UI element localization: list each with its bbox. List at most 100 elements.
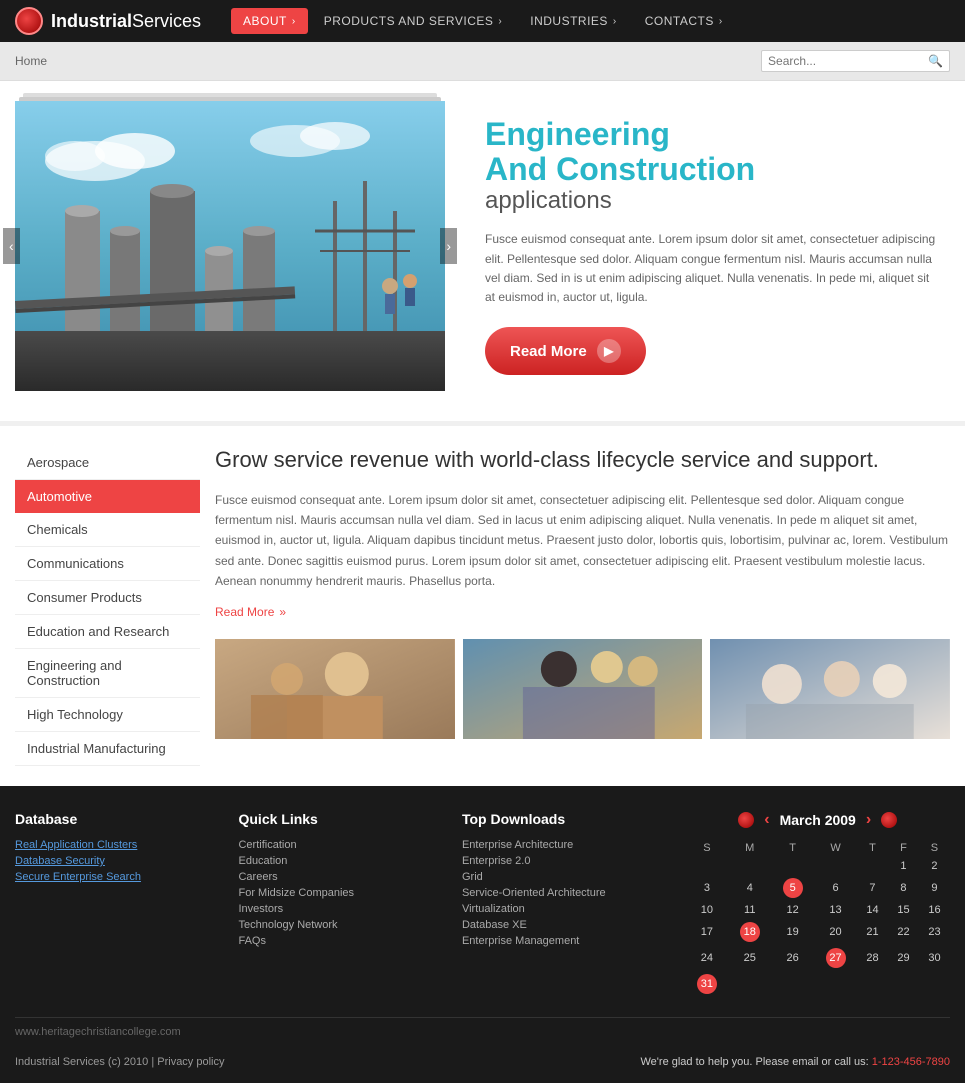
calendar-day[interactable]: 14: [857, 901, 888, 919]
footer-dl-5[interactable]: Database XE: [462, 919, 665, 931]
calendar-day[interactable]: 28: [857, 945, 888, 971]
calendar-day[interactable]: 16: [919, 901, 950, 919]
footer-ql-6[interactable]: FAQs: [238, 935, 441, 947]
footer-dl-6[interactable]: Enterprise Management: [462, 935, 665, 947]
calendar-day[interactable]: 10: [685, 901, 728, 919]
footer-link-security[interactable]: Database Security: [15, 855, 218, 867]
calendar-day[interactable]: 24: [685, 945, 728, 971]
calendar-month: March 2009: [780, 812, 856, 828]
footer: Database Real Application Clusters Datab…: [0, 786, 965, 1083]
cal-day-t: T: [771, 839, 814, 857]
hero-prev-button[interactable]: ‹: [3, 228, 20, 264]
calendar-next-btn[interactable]: ›: [866, 811, 871, 829]
nav-products[interactable]: PRODUCTS AND SERVICES ›: [312, 8, 515, 34]
calendar-day[interactable]: 26: [771, 945, 814, 971]
hero-image: [15, 101, 445, 391]
calendar-day: [728, 971, 771, 997]
footer-dl-2[interactable]: Grid: [462, 871, 665, 883]
sidebar-item-communications[interactable]: Communications: [15, 547, 200, 581]
footer-ql-3[interactable]: For Midsize Companies: [238, 887, 441, 899]
sidebar-item-automotive[interactable]: Automotive: [15, 480, 200, 513]
calendar-day[interactable]: 5: [771, 875, 814, 901]
hero-next-button[interactable]: ›: [440, 228, 457, 264]
calendar-day[interactable]: 21: [857, 919, 888, 945]
calendar-day[interactable]: 15: [888, 901, 919, 919]
hero-title-line1: Engineering: [485, 117, 940, 152]
calendar-day[interactable]: 4: [728, 875, 771, 901]
calendar-prev-icon[interactable]: [738, 812, 754, 828]
calendar-day[interactable]: 19: [771, 919, 814, 945]
footer-link-rac[interactable]: Real Application Clusters: [15, 839, 218, 851]
search-input[interactable]: [768, 54, 928, 68]
calendar-day[interactable]: 29: [888, 945, 919, 971]
nav-contacts[interactable]: CONTACTS ›: [633, 8, 735, 34]
chevron-right-icon: ›: [498, 16, 502, 27]
footer-ql-4[interactable]: Investors: [238, 903, 441, 915]
calendar-day[interactable]: 3: [685, 875, 728, 901]
footer-ql-1[interactable]: Education: [238, 855, 441, 867]
footer-top: Database Real Application Clusters Datab…: [15, 811, 950, 1018]
nav-about[interactable]: ABOUT ›: [231, 8, 308, 34]
calendar-day[interactable]: 20: [814, 919, 857, 945]
calendar-prev-btn[interactable]: ‹: [764, 811, 769, 829]
calendar-day[interactable]: 22: [888, 919, 919, 945]
footer-ql-2[interactable]: Careers: [238, 871, 441, 883]
calendar-day: [728, 857, 771, 875]
footer-phone: 1-123-456-7890: [872, 1056, 950, 1068]
calendar-day: [919, 971, 950, 997]
footer-dl-0[interactable]: Enterprise Architecture: [462, 839, 665, 851]
calendar-day[interactable]: 18: [728, 919, 771, 945]
footer-ql-5[interactable]: Technology Network: [238, 919, 441, 931]
calendar-day[interactable]: 11: [728, 901, 771, 919]
cal-day-t2: T: [857, 839, 888, 857]
sidebar-item-high-tech[interactable]: High Technology: [15, 698, 200, 732]
read-more-button[interactable]: Read More ▶: [485, 327, 646, 375]
main-read-more-link[interactable]: Read More »: [215, 605, 286, 619]
calendar-next-icon[interactable]: [881, 812, 897, 828]
hero-title-line2: And Construction: [485, 152, 940, 187]
calendar-day[interactable]: 23: [919, 919, 950, 945]
calendar-day[interactable]: 6: [814, 875, 857, 901]
breadcrumb-home[interactable]: Home: [15, 54, 47, 68]
footer-dl-3[interactable]: Service-Oriented Architecture: [462, 887, 665, 899]
main-nav: ABOUT › PRODUCTS AND SERVICES › INDUSTRI…: [231, 8, 735, 34]
calendar-day: [685, 857, 728, 875]
calendar-day[interactable]: 1: [888, 857, 919, 875]
footer-database: Database Real Application Clusters Datab…: [15, 811, 218, 997]
calendar-day[interactable]: 17: [685, 919, 728, 945]
sidebar-item-chemicals[interactable]: Chemicals: [15, 513, 200, 547]
calendar-day[interactable]: 30: [919, 945, 950, 971]
calendar-day[interactable]: 13: [814, 901, 857, 919]
calendar-day[interactable]: 27: [814, 945, 857, 971]
sidebar-item-education[interactable]: Education and Research: [15, 615, 200, 649]
sidebar-item-consumer-products[interactable]: Consumer Products: [15, 581, 200, 615]
calendar-day[interactable]: 7: [857, 875, 888, 901]
cal-day-f: F: [888, 839, 919, 857]
sidebar-item-aerospace[interactable]: Aerospace: [15, 446, 200, 480]
footer-link-search[interactable]: Secure Enterprise Search: [15, 871, 218, 883]
nav-industries[interactable]: INDUSTRIES ›: [518, 8, 629, 34]
sidebar-item-engineering[interactable]: Engineering and Construction: [15, 649, 200, 698]
cal-day-w: W: [814, 839, 857, 857]
cal-day-m: M: [728, 839, 771, 857]
calendar-day[interactable]: 31: [685, 971, 728, 997]
main-title: Grow service revenue with world-class li…: [215, 446, 950, 475]
calendar-day[interactable]: 25: [728, 945, 771, 971]
hero-image-inner: [15, 101, 445, 391]
search-icon[interactable]: 🔍: [928, 54, 943, 68]
calendar-day[interactable]: 2: [919, 857, 950, 875]
sidebar-item-industrial[interactable]: Industrial Manufacturing: [15, 732, 200, 766]
footer-dl-1[interactable]: Enterprise 2.0: [462, 855, 665, 867]
sidebar: Aerospace Automotive Chemicals Communica…: [15, 446, 200, 766]
footer-dl-4[interactable]: Virtualization: [462, 903, 665, 915]
calendar-day[interactable]: 9: [919, 875, 950, 901]
logo-text: IndustrialServices: [51, 11, 201, 32]
calendar-day: [888, 971, 919, 997]
footer-ql-0[interactable]: Certification: [238, 839, 441, 851]
calendar-day[interactable]: 12: [771, 901, 814, 919]
calendar-day: [857, 857, 888, 875]
calendar-day[interactable]: 8: [888, 875, 919, 901]
logo-globe-icon: [15, 7, 43, 35]
logo[interactable]: IndustrialServices: [15, 7, 201, 35]
footer-downloads-title: Top Downloads: [462, 811, 665, 827]
